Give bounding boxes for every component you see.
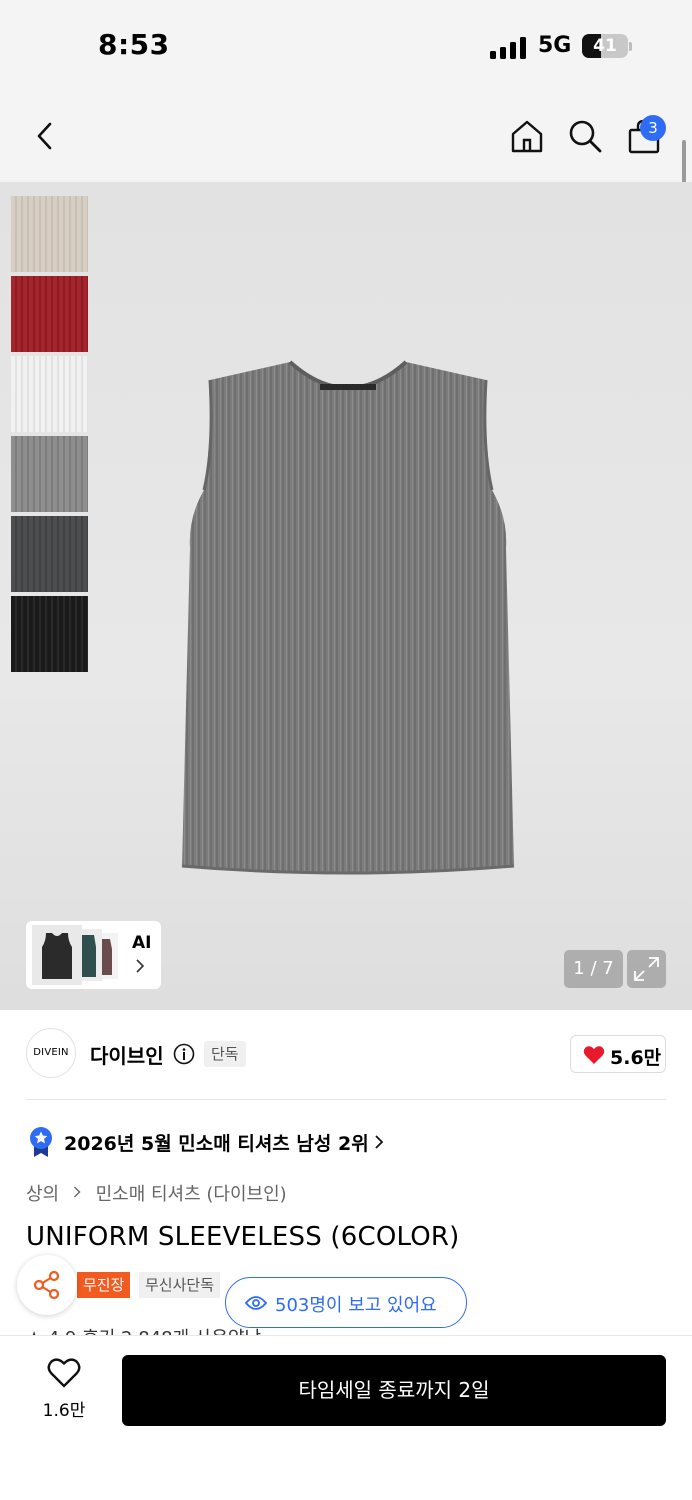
brand-logo[interactable]: DIVEIN	[26, 1028, 76, 1078]
color-swatch-white[interactable]	[11, 356, 88, 432]
ranking-medal-icon	[30, 1127, 52, 1157]
brand-name[interactable]: 다이브인	[90, 1040, 164, 1069]
ai-fitting-thumbnails	[32, 925, 118, 985]
ranking-link[interactable]: 2026년 5월 민소매 티셔츠 남성 2위	[64, 1129, 369, 1156]
color-swatch-gray[interactable]	[11, 436, 88, 512]
search-icon[interactable]	[565, 116, 605, 156]
expand-icon	[634, 957, 659, 981]
chevron-right-icon	[375, 1135, 384, 1149]
eye-icon	[245, 1296, 267, 1310]
top-nav	[0, 96, 692, 182]
product-image-gray-tank-top	[181, 360, 515, 875]
expand-image-button[interactable]	[627, 950, 666, 988]
heart-outline-icon[interactable]	[47, 1357, 81, 1389]
mujinjang-tag: 무진장	[77, 1272, 131, 1298]
network-type: 5G	[538, 33, 572, 58]
battery-icon: 41	[582, 34, 628, 58]
chevron-right-icon	[136, 959, 145, 973]
color-swatch-beige[interactable]	[11, 196, 88, 272]
ai-fitting-button[interactable]: AI	[26, 921, 161, 989]
color-swatch-red[interactable]	[11, 276, 88, 352]
divider	[26, 1099, 666, 1100]
product-title: UNIFORM SLEEVELESS (6COLOR)	[26, 1222, 460, 1252]
ai-label: AI	[132, 933, 152, 953]
brand-like-count: 5.6만	[610, 1047, 662, 1069]
status-bar: 8:53 5G 41	[0, 0, 692, 96]
wishlist-count: 1.6만	[42, 1401, 86, 1421]
exclusive-tag: 단독	[204, 1041, 246, 1067]
buy-button[interactable]: 타임세일 종료까지 2일	[122, 1355, 666, 1426]
color-swatch-charcoal[interactable]	[11, 516, 88, 592]
share-icon	[33, 1270, 60, 1300]
heart-filled-icon	[583, 1046, 605, 1064]
share-button[interactable]	[17, 1255, 77, 1315]
live-viewers-text: 503명이 보고 있어요	[275, 1295, 437, 1316]
battery-level: 41	[593, 36, 617, 56]
chevron-right-icon	[73, 1186, 81, 1198]
live-viewers-badge: 503명이 보고 있어요	[225, 1277, 467, 1328]
signal-icon	[490, 37, 528, 59]
product-page: 8:53 5G 41 3 AI 1 / 7 DIVEIN 다이브인 단독 5.6…	[0, 0, 692, 1500]
info-icon[interactable]	[173, 1043, 195, 1065]
home-icon[interactable]	[507, 116, 547, 156]
status-time: 8:53	[98, 28, 170, 61]
back-arrow-icon[interactable]	[26, 116, 66, 156]
breadcrumb: 상의 민소매 티셔츠 (다이브인)	[26, 1180, 287, 1206]
battery-cap	[629, 42, 632, 51]
product-image-gallery[interactable]: AI 1 / 7	[0, 182, 692, 1010]
breadcrumb-item-top[interactable]: 상의	[26, 1184, 59, 1205]
image-page-counter: 1 / 7	[564, 950, 623, 988]
breadcrumb-item-category[interactable]: 민소매 티셔츠 (다이브인)	[96, 1184, 287, 1205]
brand-like-button[interactable]: 5.6만	[570, 1035, 666, 1073]
musinsa-exclusive-tag: 무신사단독	[139, 1272, 221, 1298]
color-swatch-black[interactable]	[11, 596, 88, 672]
cart-count-badge: 3	[640, 115, 666, 141]
